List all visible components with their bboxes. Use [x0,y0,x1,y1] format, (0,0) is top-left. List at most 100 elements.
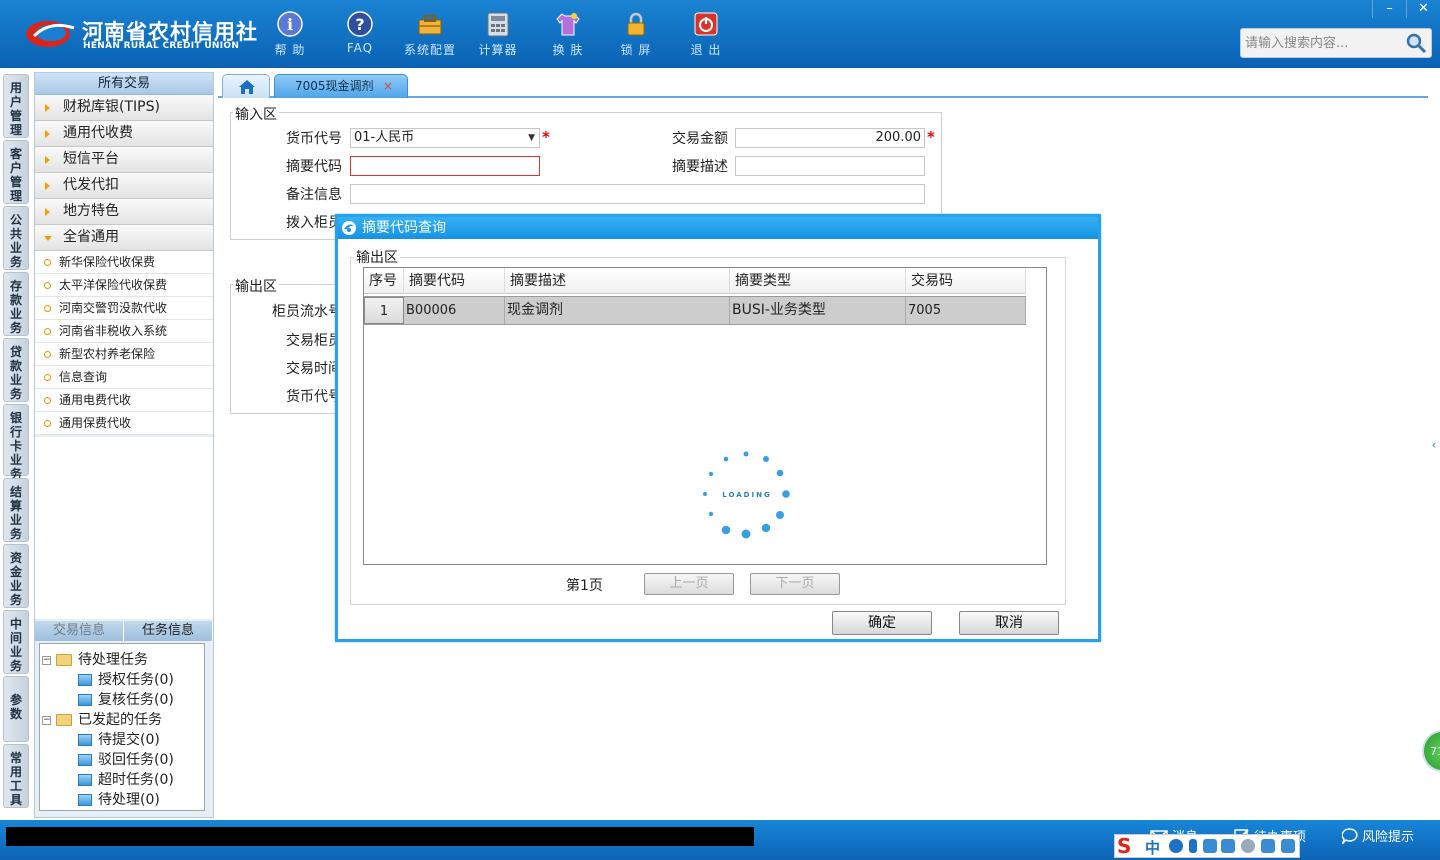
power-icon [694,12,718,36]
nav-subitem[interactable]: 新型农村养老保险 [35,343,213,366]
tab-home[interactable] [222,74,270,98]
tree-node-initiated[interactable]: − 已发起的任务 [40,710,204,730]
tree-node-timeout[interactable]: 超时任务(0) [40,770,204,790]
triangle-right-icon [45,130,50,138]
search-icon[interactable] [1405,32,1427,54]
search-box [1240,28,1432,58]
tab-transaction-info[interactable]: 交易信息 [35,621,124,641]
vtab-customer-management[interactable]: 客户管理 [3,140,29,204]
col-summary-code[interactable]: 摘要代码 [404,268,505,294]
folder-icon [78,734,92,746]
row-summary-code: B00006 [404,297,505,324]
close-tab-icon[interactable]: × [383,75,393,97]
col-tx-code[interactable]: 交易码 [906,268,1026,294]
summary-code-input[interactable] [350,156,540,176]
keyboard-icon [1221,839,1235,853]
dropdown-arrow-icon[interactable]: ▼ [528,129,535,147]
triangle-right-icon [45,208,50,216]
nav-group-tips[interactable]: 财税库银(TIPS) [35,95,213,121]
dialog-title-bar[interactable]: 摘要代码查询 [338,217,1098,239]
nav-subitem[interactable]: 通用电费代收 [35,389,213,412]
tree-node-authorization[interactable]: 授权任务(0) [40,670,204,690]
ok-button[interactable]: 确定 [832,611,932,635]
tree-node-review[interactable]: 复核任务(0) [40,690,204,710]
col-summary-desc[interactable]: 摘要描述 [505,268,730,294]
brand-name-en: HENAN RURAL CREDIT UNION [83,41,240,51]
remark-input[interactable] [350,184,925,204]
user-icon [1241,839,1255,853]
close-window-button[interactable]: ✕ [1406,0,1440,18]
vtab-bank-card-business[interactable]: 银行卡业务 [3,404,29,481]
currency-select[interactable]: 01-人民币 ▼ [350,128,540,148]
risk-alert-button[interactable]: 风险提示 [1341,826,1414,846]
collapse-right-panel-icon[interactable]: ‹ [1428,425,1440,465]
nav-subitem[interactable]: 信息查询 [35,366,213,389]
collapse-icon[interactable]: − [42,656,51,665]
nav-subitem[interactable]: 通用保费代收 [35,412,213,435]
nav-group-sms-platform[interactable]: 短信平台 [35,147,213,173]
next-page-button[interactable]: 下一页 [750,573,840,595]
row-summary-type: BUSI-业务类型 [730,297,906,324]
vtab-fund-business[interactable]: 资金业务 [3,544,29,608]
tx-time-label: 交易时间 [286,361,342,377]
vertical-module-tabs: 用户管理 客户管理 公共业务 存款业务 贷款业务 银行卡业务 结算业务 资金业务… [0,68,32,820]
teller-in-label: 拨入柜员 [286,215,342,231]
col-summary-type[interactable]: 摘要类型 [730,268,906,294]
required-mark: * [542,128,550,146]
exit-button[interactable]: 退 出 [674,8,738,60]
dialog-app-icon [342,221,356,235]
summary-code-query-dialog: 摘要代码查询 输出区 序号 摘要代码 摘要描述 摘要类型 交易码 1 B0000… [335,214,1101,642]
teller-serial-label: 柜员流水号 [272,304,342,320]
cancel-button[interactable]: 取消 [959,611,1059,635]
nav-subitem[interactable]: 太平洋保险代收保费 [35,274,213,297]
vtab-user-management[interactable]: 用户管理 [3,74,29,138]
folder-icon [78,674,92,686]
folder-icon [78,694,92,706]
help-button[interactable]: i 帮 助 [258,8,322,60]
svg-text:?: ? [355,15,364,34]
nav-subitem[interactable]: 新华保险代收保费 [35,251,213,274]
change-skin-button[interactable]: 换 肤 [536,8,600,60]
prev-page-button[interactable]: 上一页 [644,573,734,595]
tree-node-to-process[interactable]: 待处理(0) [40,790,204,810]
calculator-button[interactable]: 计算器 [466,8,530,60]
folder-icon [78,774,92,786]
tree-node-pending[interactable]: − 待处理任务 [40,650,204,670]
row-summary-desc: 现金调剂 [505,297,730,324]
top-bar: 河南省农村信用社 HENAN RURAL CREDIT UNION i 帮 助 … [0,0,1440,68]
svg-text:i: i [287,15,293,34]
lock-screen-button[interactable]: 锁 屏 [604,8,668,60]
vtab-loan-business[interactable]: 贷款业务 [3,338,29,402]
output-section-legend: 输出区 [233,276,279,296]
nav-subitem[interactable]: 河南省非税收入系统 [35,320,213,343]
vtab-intermediate-business[interactable]: 中间业务 [3,610,29,674]
info-icon: i [277,11,303,37]
search-input[interactable] [1241,29,1401,57]
summary-desc-label: 摘要描述 [672,159,728,175]
vtab-common-tools[interactable]: 常用工具 [3,744,29,808]
vtab-parameters[interactable]: 参数 [3,676,29,742]
vtab-deposit-business[interactable]: 存款业务 [3,272,29,336]
vtab-settlement-business[interactable]: 结算业务 [3,478,29,542]
triangle-down-icon [44,236,52,241]
minimize-button[interactable]: – [1372,0,1406,18]
nav-subitem[interactable]: 河南交警罚没款代收 [35,297,213,320]
nav-group-payroll-deduction[interactable]: 代发代扣 [35,173,213,199]
tab-task-info[interactable]: 任务信息 [124,621,213,641]
nav-group-local-features[interactable]: 地方特色 [35,199,213,225]
tree-node-to-submit[interactable]: 待提交(0) [40,730,204,750]
system-config-button[interactable]: 系统配置 [398,8,462,60]
nav-group-province-general[interactable]: 全省通用 [35,225,213,251]
vtab-public-business[interactable]: 公共业务 [3,206,29,270]
table-row[interactable]: 1 B00006 现金调剂 BUSI-业务类型 7005 [364,296,1026,325]
amount-input[interactable]: 200.00 [735,128,925,148]
summary-code-label: 摘要代码 [286,159,342,175]
tree-node-rejected[interactable]: 驳回任务(0) [40,750,204,770]
tab-7005-cash-adjust[interactable]: 7005现金调剂 × [274,74,408,98]
ime-toolbar[interactable]: S 中 [1114,834,1300,858]
collapse-icon[interactable]: − [42,716,51,725]
col-seq[interactable]: 序号 [364,268,404,294]
faq-button[interactable]: ? FAQ [328,8,392,60]
summary-desc-input[interactable] [735,156,925,176]
nav-group-general-collection[interactable]: 通用代收费 [35,121,213,147]
